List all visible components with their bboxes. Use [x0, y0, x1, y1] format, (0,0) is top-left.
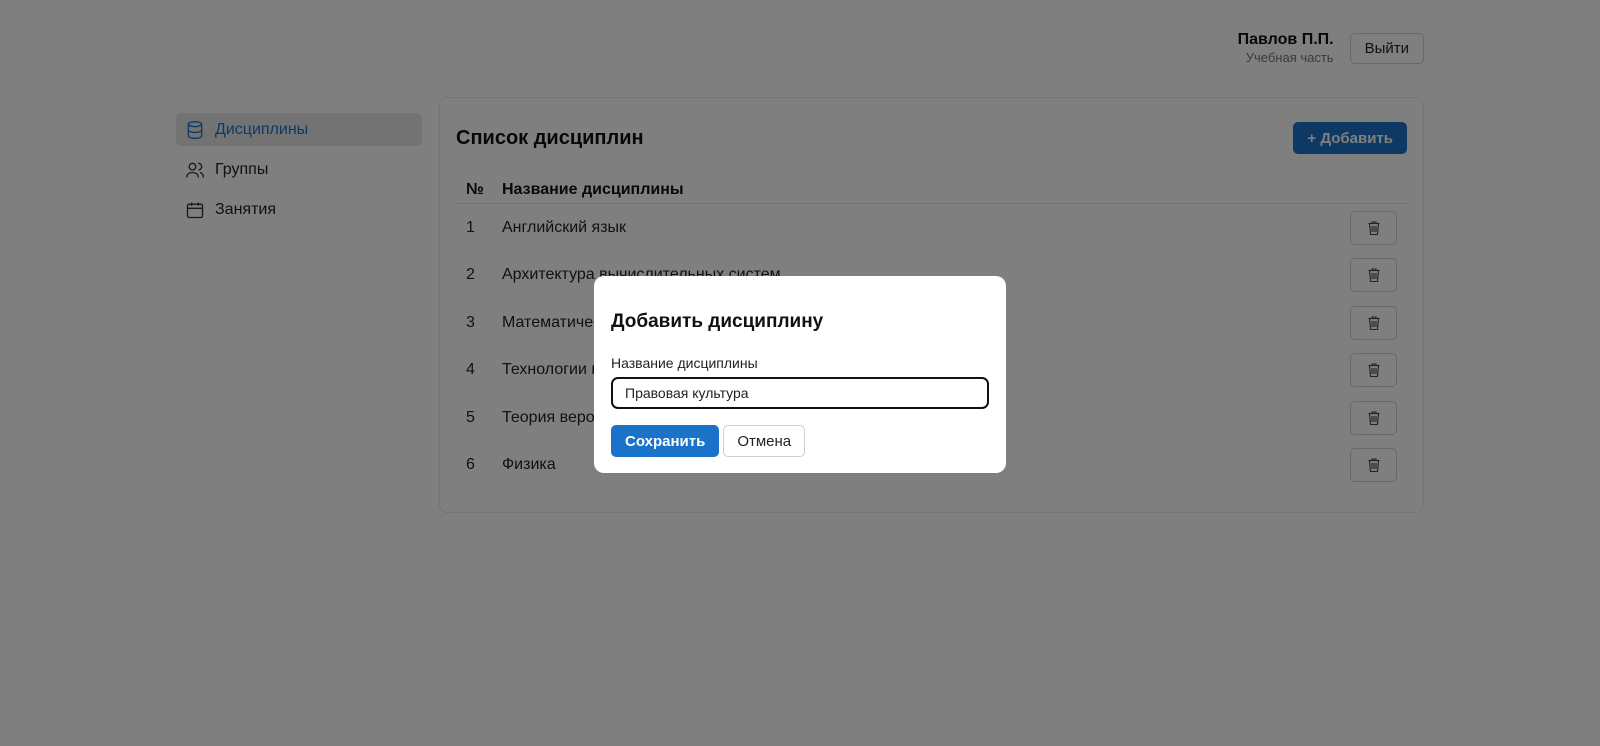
modal-title: Добавить дисциплину	[611, 311, 824, 332]
modal-actions: Сохранить Отмена	[611, 425, 989, 457]
cancel-button[interactable]: Отмена	[723, 425, 806, 457]
add-discipline-modal: Добавить дисциплину Название дисциплины …	[594, 276, 1006, 473]
discipline-name-label: Название дисциплины	[611, 355, 758, 371]
app-root: Павлов П.П. Учебная часть Выйти Дисципли…	[0, 0, 1600, 746]
save-button[interactable]: Сохранить	[611, 425, 720, 457]
discipline-name-input[interactable]	[611, 377, 989, 409]
